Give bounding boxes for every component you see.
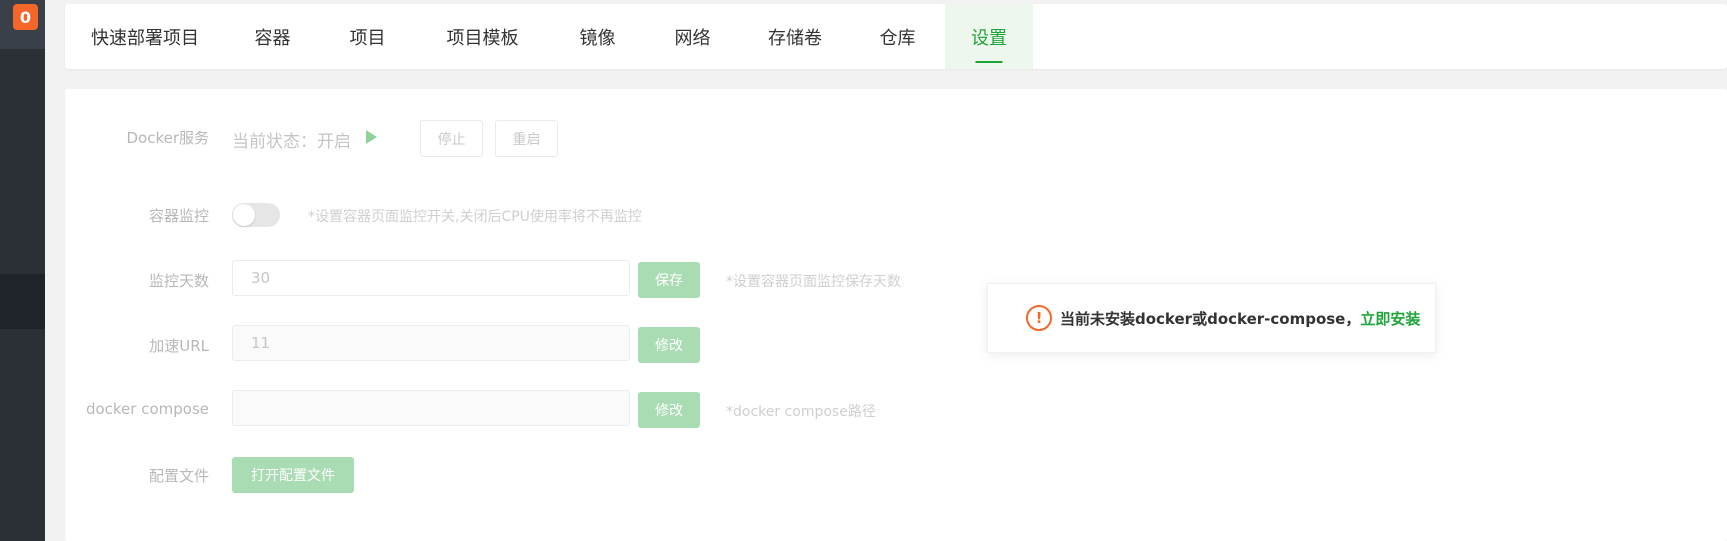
- docker-compose-input[interactable]: [232, 390, 630, 426]
- warning-icon: !: [1026, 305, 1052, 331]
- tab-settings[interactable]: 设置: [945, 4, 1033, 69]
- restart-button[interactable]: 重启: [495, 120, 558, 157]
- stop-button[interactable]: 停止: [420, 120, 483, 157]
- tab-containers[interactable]: 容器: [225, 4, 320, 69]
- save-button[interactable]: 保存: [638, 262, 700, 298]
- config-file-label: 配置文件: [148, 467, 209, 485]
- tab-projects[interactable]: 项目: [320, 4, 415, 69]
- tab-network[interactable]: 网络: [645, 4, 740, 69]
- monitor-hint: *设置容器页面监控开关,关闭后CPU使用率将不再监控: [308, 209, 642, 225]
- mirror-url-label: 加速URL: [149, 337, 209, 355]
- monitor-toggle[interactable]: [232, 203, 280, 227]
- docker-compose-edit-button[interactable]: 修改: [638, 392, 700, 428]
- monitor-days-label: 监控天数: [148, 272, 209, 290]
- tab-quick-deploy[interactable]: 快速部署项目: [65, 4, 225, 69]
- install-warning-toast: ! 当前未安装docker或docker-compose， 立即安装: [987, 283, 1436, 353]
- open-config-file-button[interactable]: 打开配置文件: [232, 457, 354, 493]
- top-tabs: 快速部署项目 容器 项目 项目模板 镜像 网络 存储卷 仓库 设置: [65, 4, 1727, 69]
- settings-panel: Docker服务 当前状态：开启 停止 重启 容器监控 *设置容器页面监控开关,…: [65, 89, 1727, 541]
- mirror-url-input[interactable]: 11: [232, 325, 630, 361]
- monitor-days-hint: *设置容器页面监控保存天数: [726, 274, 901, 290]
- mirror-url-edit-button[interactable]: 修改: [638, 327, 700, 363]
- docker-service-label: Docker服务: [126, 129, 209, 147]
- toggle-knob: [233, 204, 255, 226]
- toast-message: 当前未安装docker或docker-compose，: [1060, 309, 1361, 328]
- docker-compose-label: docker compose: [85, 400, 209, 418]
- docker-status-text: 当前状态：开启: [232, 132, 351, 152]
- tab-project-templates[interactable]: 项目模板: [415, 4, 550, 69]
- tab-images[interactable]: 镜像: [550, 4, 645, 69]
- install-now-link[interactable]: 立即安装: [1360, 308, 1420, 329]
- monitor-label: 容器监控: [148, 207, 209, 225]
- tab-registry[interactable]: 仓库: [850, 4, 945, 69]
- docker-compose-hint: *docker compose路径: [726, 404, 876, 420]
- play-icon: [366, 130, 377, 144]
- tab-volumes[interactable]: 存储卷: [740, 4, 850, 69]
- monitor-days-input[interactable]: 30: [232, 260, 630, 296]
- notification-badge[interactable]: 0: [13, 4, 38, 30]
